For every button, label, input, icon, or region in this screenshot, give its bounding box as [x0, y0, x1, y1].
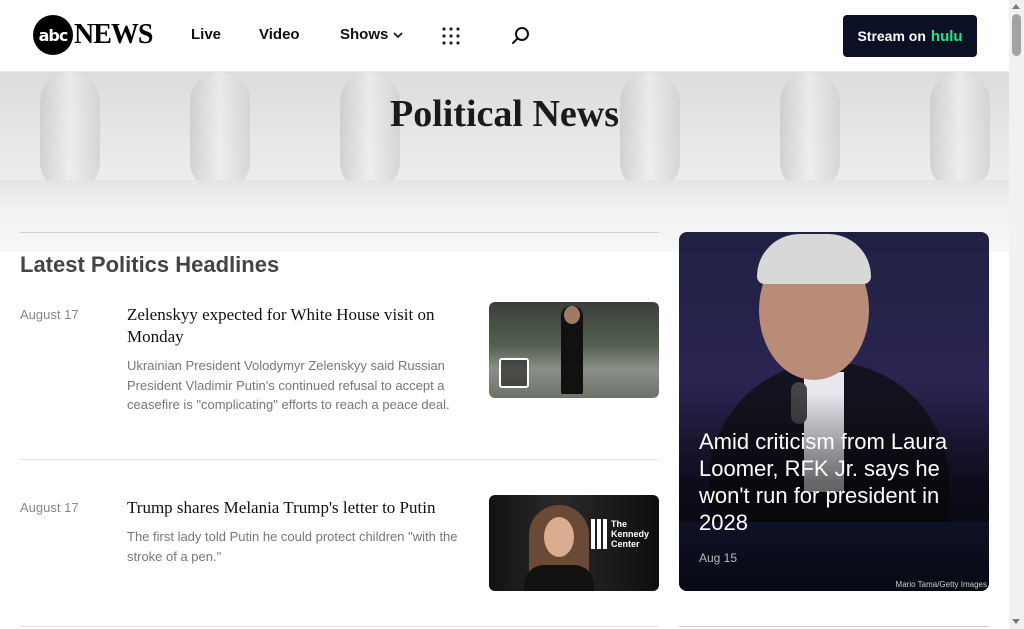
page-title: Political News	[389, 93, 619, 135]
kennedy-center-logo-icon	[591, 519, 607, 549]
article-title-link[interactable]: Trump shares Melania Trump's letter to P…	[127, 497, 457, 519]
video-badge-icon[interactable]	[499, 358, 529, 388]
featured-story-card[interactable]: Amid criticism from Laura Loomer, RFK Jr…	[679, 232, 989, 591]
right-column-divider	[679, 626, 989, 627]
list-item[interactable]: August 17 Zelenskyy expected for White H…	[20, 302, 659, 460]
article-thumbnail[interactable]	[489, 302, 659, 398]
article-description: The first lady told Putin he could prote…	[127, 529, 458, 564]
chevron-down-icon	[393, 31, 403, 38]
section-divider	[20, 232, 659, 233]
article-date: August 17	[20, 307, 79, 322]
nav-video[interactable]: Video	[259, 26, 300, 43]
list-item[interactable]: August 17 Trump shares Melania Trump's l…	[20, 495, 659, 627]
hero-cornice	[0, 180, 1009, 210]
article-date: August 17	[20, 500, 79, 515]
photo-credit: Mario Tama/Getty Images	[895, 580, 987, 589]
logo-news-text: NEWS	[74, 19, 153, 50]
nav-shows-label: Shows	[340, 26, 389, 43]
article-title-link[interactable]: Zelenskyy expected for White House visit…	[127, 304, 457, 348]
hulu-logo: hulu	[930, 27, 963, 45]
section-title: Latest Politics Headlines	[20, 252, 280, 277]
feature-date: Aug 15	[699, 551, 738, 565]
article-thumbnail[interactable]: The Kennedy Center	[489, 495, 659, 591]
apps-grid-icon[interactable]	[442, 27, 460, 45]
article-description: Ukrainian President Volodymyr Zelenskyy …	[127, 358, 450, 412]
feature-image-hair	[757, 234, 871, 284]
abc-news-logo[interactable]: abc NEWS	[33, 15, 153, 55]
scroll-up-arrow-icon[interactable]	[1012, 4, 1020, 9]
scroll-down-arrow-icon[interactable]	[1012, 619, 1020, 624]
thumbnail-figure	[561, 306, 583, 394]
abc-logo-mark: abc	[33, 15, 73, 55]
feature-title[interactable]: Amid criticism from Laura Loomer, RFK Jr…	[699, 428, 979, 536]
thumbnail-figure	[524, 505, 594, 591]
stream-label: Stream on	[857, 28, 926, 44]
scrollbar-thumb[interactable]	[1012, 14, 1021, 56]
nav-shows[interactable]: Shows	[340, 26, 404, 43]
vertical-scrollbar[interactable]	[1009, 0, 1024, 629]
nav-live[interactable]: Live	[191, 26, 221, 43]
site-header: abc NEWS Live Video Shows Stream on hulu	[0, 0, 1009, 72]
stream-on-hulu-button[interactable]: Stream on hulu	[843, 15, 977, 57]
kennedy-center-logo-text: The Kennedy Center	[611, 519, 650, 549]
search-icon[interactable]	[511, 26, 531, 46]
